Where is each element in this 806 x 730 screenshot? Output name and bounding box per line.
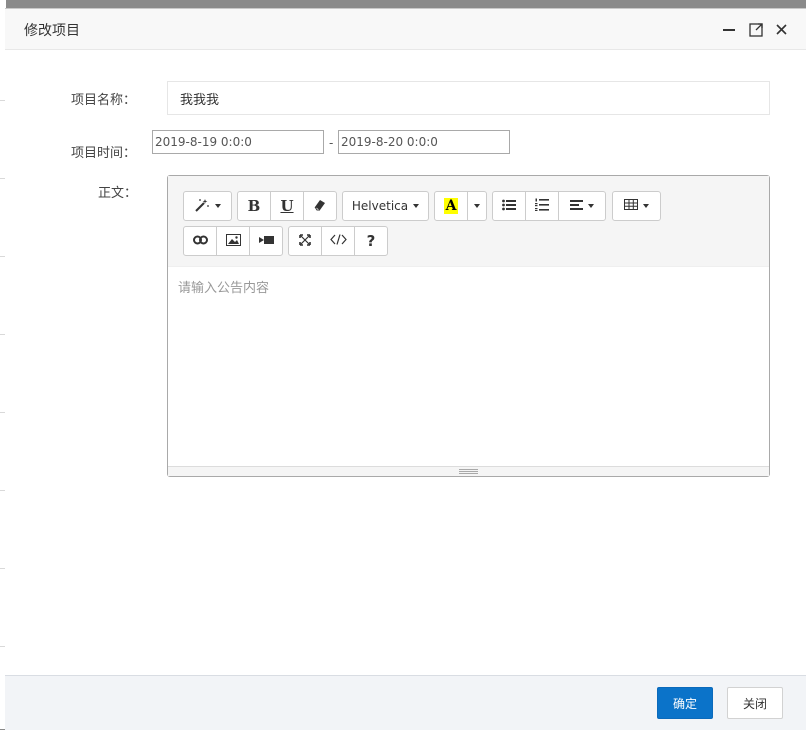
align-icon <box>570 199 583 213</box>
bold-button[interactable]: B <box>237 191 271 221</box>
date-separator: - <box>329 136 334 150</box>
bullet-list-icon <box>502 199 516 214</box>
fullscreen-button[interactable] <box>288 226 322 256</box>
dialog-footer: 确定 关闭 <box>5 675 806 730</box>
video-icon <box>258 234 274 248</box>
style-dropdown-button[interactable] <box>183 191 232 221</box>
table-icon <box>624 199 638 213</box>
close-button[interactable]: 关闭 <box>727 687 783 719</box>
underline-button[interactable]: U <box>270 191 304 221</box>
picture-icon <box>225 233 241 249</box>
help-button[interactable]: ? <box>354 226 388 256</box>
eraser-icon <box>314 199 326 214</box>
end-date-input[interactable] <box>338 130 510 154</box>
link-icon <box>192 234 208 248</box>
style-group <box>183 191 232 221</box>
paragraph-align-dropdown[interactable] <box>558 191 606 221</box>
font-name-dropdown[interactable]: Helvetica <box>342 191 429 221</box>
code-view-button[interactable] <box>321 226 355 256</box>
rich-text-editor: B U Helvetica A ? 请输入公告内容 <box>167 175 770 477</box>
chevron-down-icon <box>215 204 221 208</box>
magic-wand-icon <box>194 198 210 215</box>
table-group <box>612 191 661 221</box>
fullscreen-icon <box>299 233 311 249</box>
color-group: A <box>434 191 487 221</box>
insert-group <box>183 226 283 256</box>
editor-content-area[interactable]: 请输入公告内容 <box>168 267 769 466</box>
edit-project-dialog: 修改项目 项目名称： 项目时间： - 正文： <box>5 8 806 730</box>
chevron-down-icon <box>413 204 420 208</box>
body-label: 正文： <box>98 186 138 201</box>
font-style-group: B U <box>237 191 337 221</box>
insert-video-button[interactable] <box>249 226 283 256</box>
dialog-title: 修改项目 <box>24 23 80 39</box>
editor-placeholder: 请输入公告内容 <box>178 281 270 296</box>
bullet-list-button[interactable] <box>492 191 526 221</box>
editor-toolbar: B U Helvetica A ? <box>168 176 769 267</box>
grip-icon <box>459 469 478 474</box>
table-dropdown-button[interactable] <box>612 191 661 221</box>
code-view-icon <box>329 234 347 248</box>
insert-picture-button[interactable] <box>216 226 250 256</box>
close-icon[interactable] <box>773 21 789 37</box>
editor-resize-handle[interactable] <box>168 466 769 476</box>
numbered-list-button[interactable] <box>525 191 559 221</box>
numbered-list-icon <box>535 198 549 214</box>
insert-link-button[interactable] <box>183 226 217 256</box>
font-name-label: Helvetica <box>351 199 409 213</box>
dialog-titlebar[interactable]: 修改项目 <box>5 9 806 50</box>
minimize-icon[interactable] <box>721 21 737 37</box>
confirm-button[interactable]: 确定 <box>657 687 713 719</box>
project-name-input[interactable] <box>167 81 770 115</box>
paragraph-group <box>492 191 606 221</box>
font-name-group: Helvetica <box>342 191 429 221</box>
project-name-label: 项目名称： <box>71 93 137 108</box>
clear-format-button[interactable] <box>303 191 337 221</box>
start-date-input[interactable] <box>152 130 324 154</box>
chevron-down-icon <box>588 204 594 208</box>
chevron-down-icon <box>474 204 480 208</box>
chevron-down-icon <box>643 204 649 208</box>
view-group: ? <box>288 226 388 256</box>
project-time-label: 项目时间： <box>71 146 137 161</box>
maximize-icon[interactable] <box>748 21 764 37</box>
color-letter: A <box>443 198 459 214</box>
color-dropdown-button[interactable] <box>467 191 487 221</box>
recent-color-button[interactable]: A <box>434 191 468 221</box>
